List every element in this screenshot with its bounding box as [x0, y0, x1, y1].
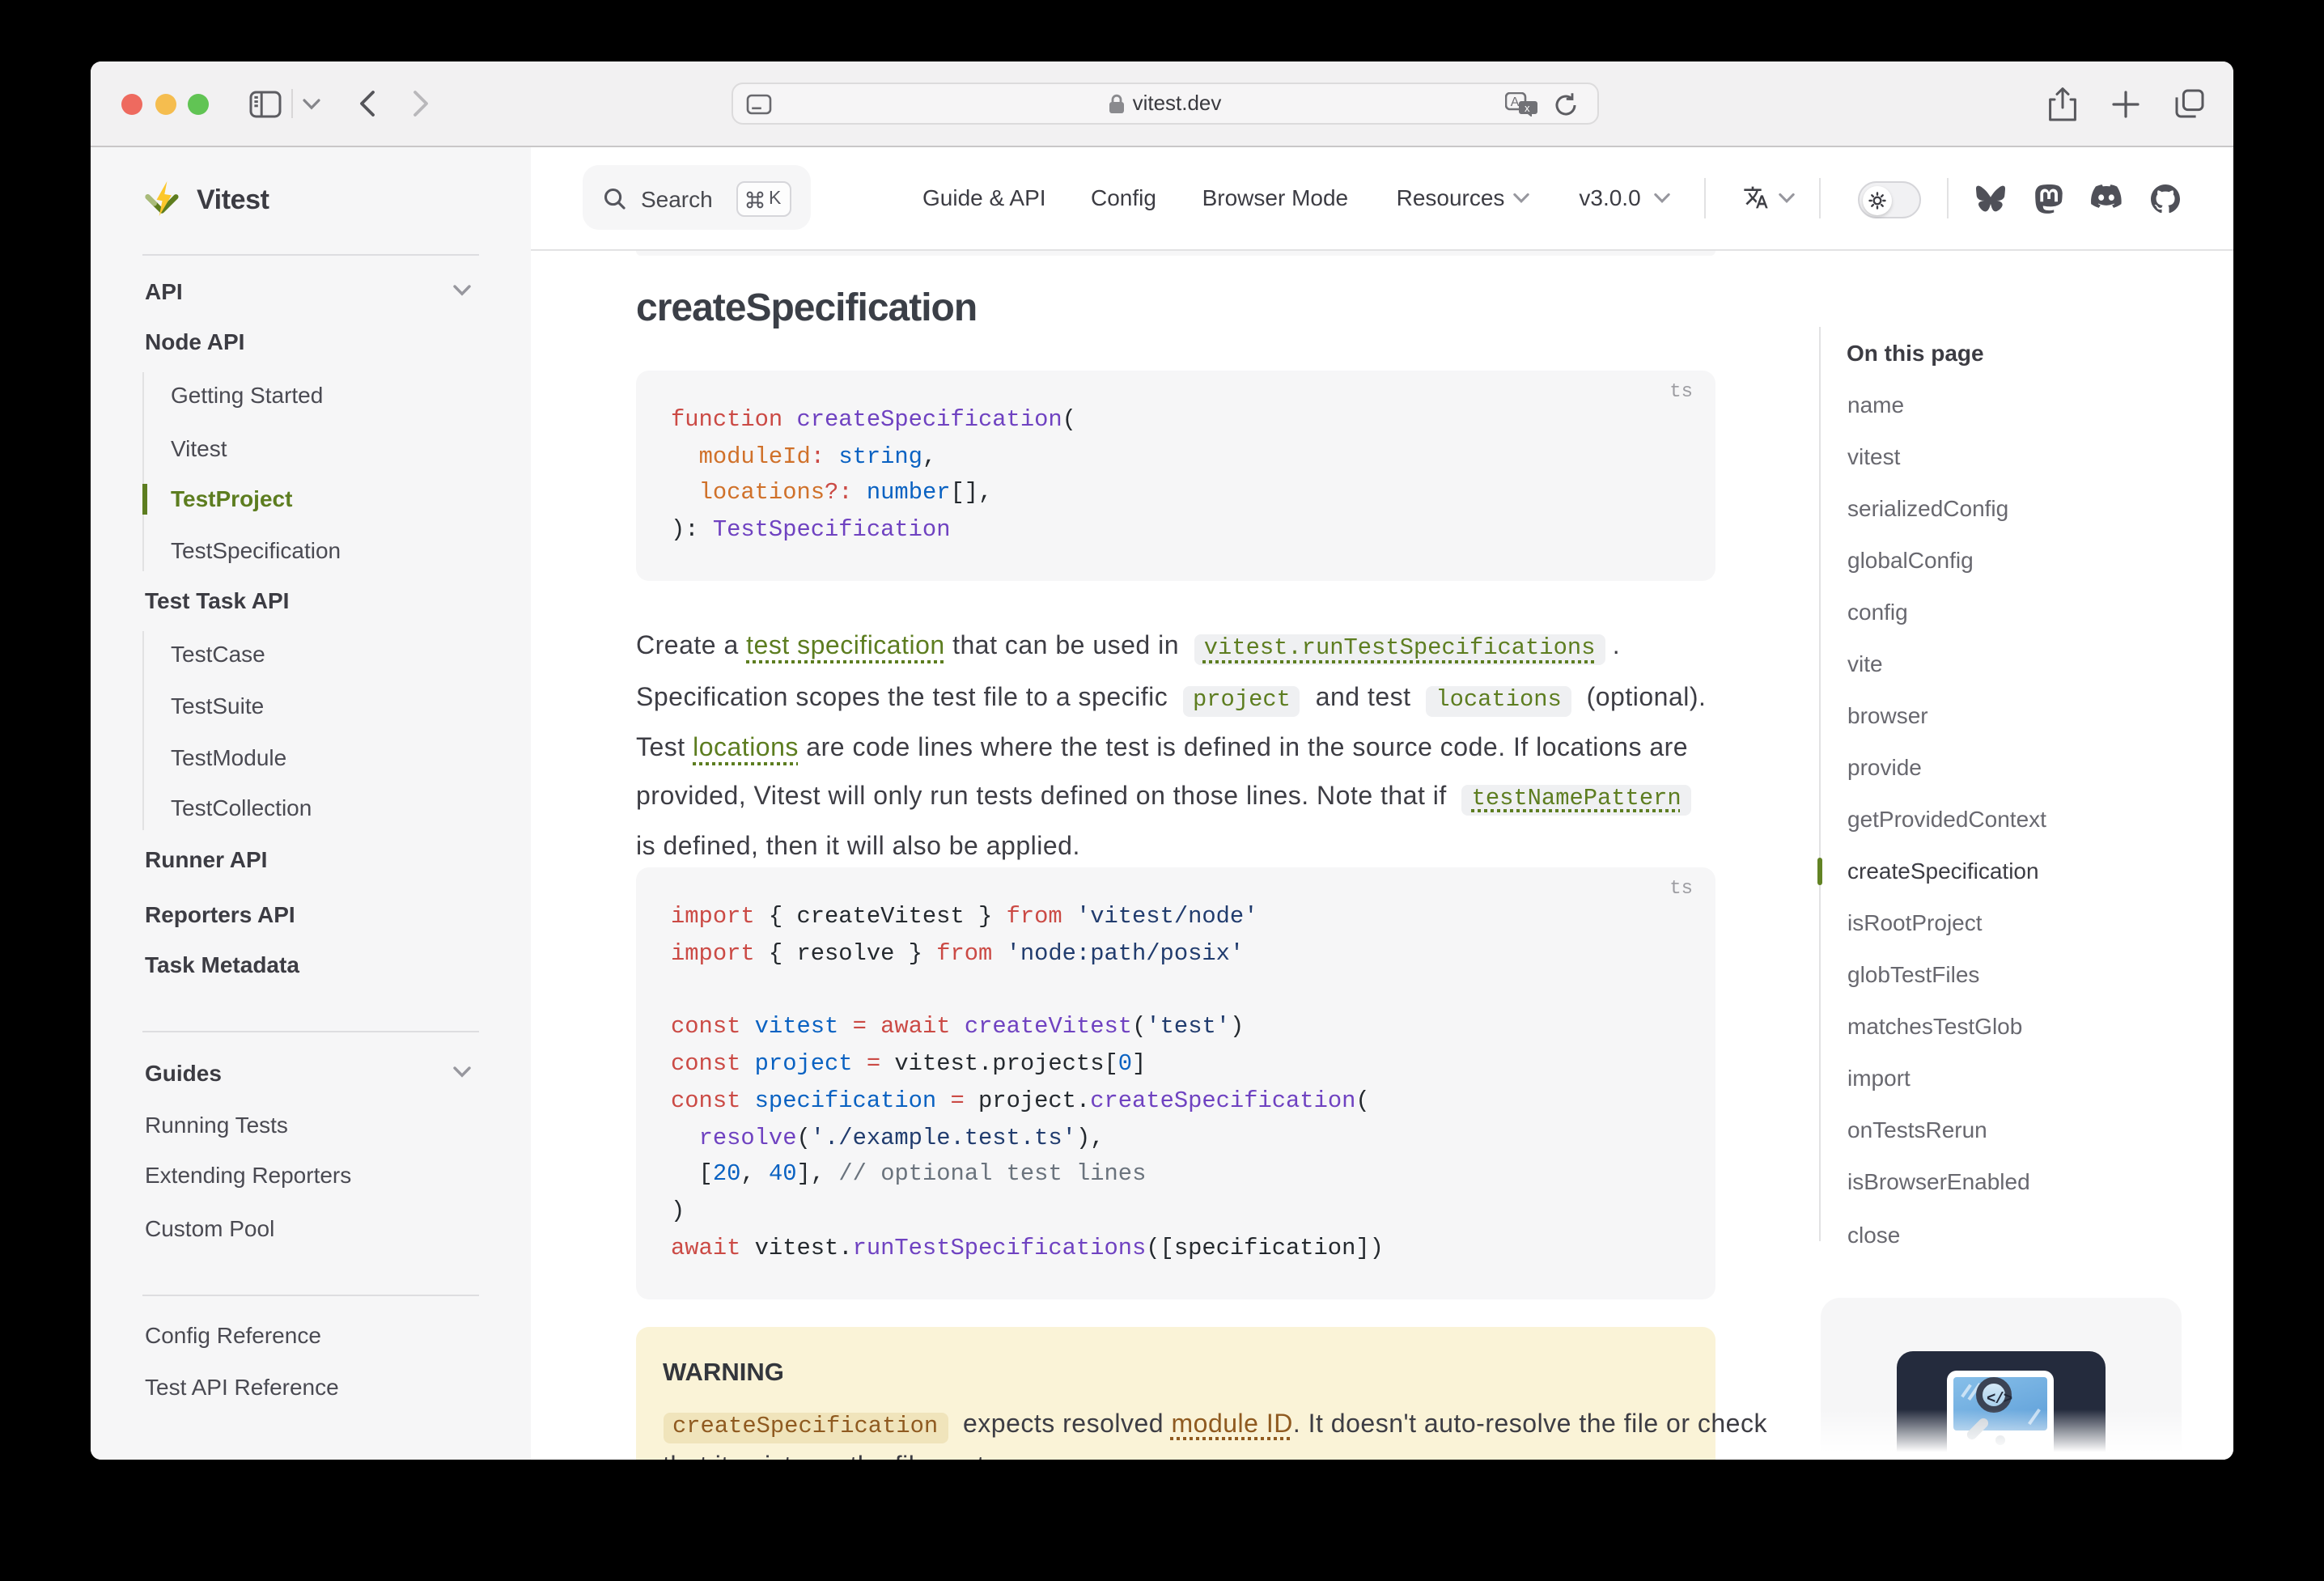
svg-text:x: x	[1525, 102, 1530, 114]
svg-text:A: A	[1511, 95, 1520, 109]
